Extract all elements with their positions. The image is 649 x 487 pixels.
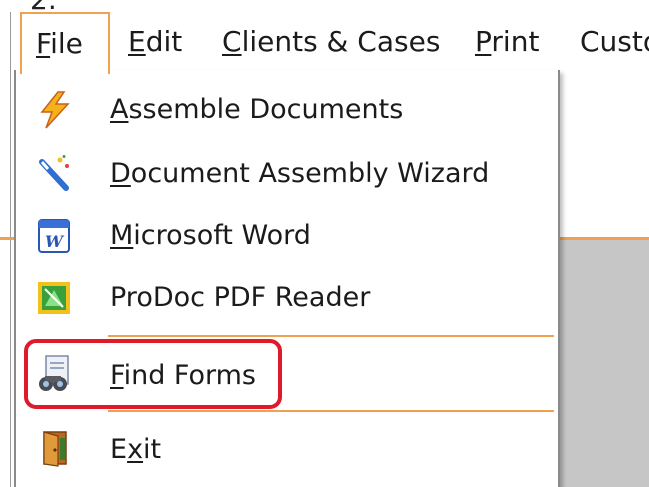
menu-item-document-assembly-wizard[interactable]: Document Assembly Wizard	[16, 146, 558, 204]
word-mnemonic: M	[110, 220, 134, 251]
app-window-edge	[10, 72, 11, 487]
menu-edit-mnemonic: E	[128, 25, 146, 58]
menu-edit[interactable]: Edit	[128, 12, 182, 72]
menu-file[interactable]: File	[20, 12, 110, 74]
menu-custom[interactable]: Custo	[580, 12, 649, 72]
wizard-wand-icon	[36, 154, 72, 194]
menu-print-label: rint	[491, 25, 540, 58]
menu-print[interactable]: Print	[475, 12, 539, 72]
svg-text:W: W	[45, 232, 65, 251]
menu-clients-cases[interactable]: Clients & Cases	[222, 12, 440, 72]
assemble-mnemonic: A	[110, 94, 129, 125]
menu-file-mnemonic: F	[36, 27, 51, 60]
file-menu-dropdown: Assemble Documents Document Assembly Wiz…	[14, 70, 560, 487]
find-forms-highlight	[24, 339, 282, 409]
wizard-mnemonic: D	[110, 158, 131, 189]
menu-item-microsoft-word[interactable]: W Microsoft Word	[16, 208, 558, 266]
menu-separator	[108, 335, 554, 337]
menu-edit-label: dit	[145, 25, 183, 58]
menu-custom-label: Custo	[580, 25, 649, 58]
menu-print-mnemonic: P	[475, 25, 492, 58]
menu-clients-label: lients & Cases	[241, 25, 441, 58]
pdf-reader-label: ProDoc PDF Reader	[110, 282, 371, 313]
menu-file-label: ile	[50, 27, 83, 60]
menu-item-prodoc-pdf-reader[interactable]: ProDoc PDF Reader	[16, 270, 558, 328]
menu-bar-edge	[10, 12, 11, 72]
wizard-label: ocument Assembly Wizard	[130, 158, 490, 189]
exit-label-start: E	[110, 434, 128, 465]
screen: 2. File Edit Clients & Cases Print Custo	[0, 0, 649, 487]
word-icon: W	[36, 216, 72, 256]
exit-mnemonic: x	[127, 434, 144, 465]
exit-label-end: it	[143, 434, 162, 465]
menu-separator	[108, 410, 554, 412]
word-label: icrosoft Word	[133, 220, 311, 251]
menu-item-exit[interactable]: Exit	[16, 422, 558, 480]
lightning-icon	[36, 90, 72, 130]
door-exit-icon	[36, 428, 72, 468]
assemble-label: ssemble Documents	[128, 94, 404, 125]
menu-bar: File Edit Clients & Cases Print Custo	[0, 12, 649, 74]
app-content-panel	[560, 240, 649, 487]
pdf-reader-icon	[36, 278, 72, 318]
menu-clients-mnemonic: C	[222, 25, 242, 58]
menu-item-assemble-documents[interactable]: Assemble Documents	[16, 82, 558, 140]
